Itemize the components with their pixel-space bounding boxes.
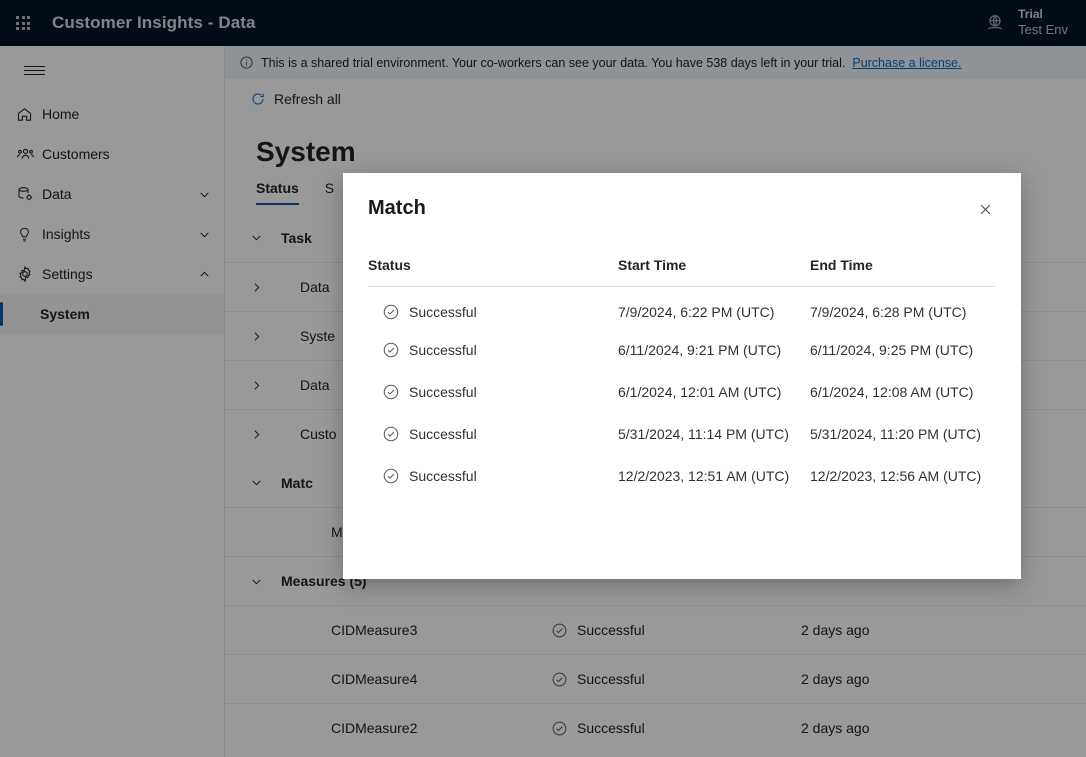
dialog-body: Status Start Time End Time Successful 7/… (343, 225, 1021, 497)
status-label: Successful (409, 467, 477, 484)
match-runs-table: Status Start Time End Time Successful 7/… (368, 257, 996, 497)
cell-status: Successful (368, 413, 618, 455)
column-header-status: Status (368, 257, 618, 287)
cell-start-time: 5/31/2024, 11:14 PM (UTC) (618, 425, 789, 442)
table-row[interactable]: Successful 12/2/2023, 12:51 AM (UTC) 12/… (368, 455, 996, 497)
table-header-row: Status Start Time End Time (368, 257, 996, 287)
column-header-start-time: Start Time (618, 257, 810, 287)
cell-start-time: 6/1/2024, 12:01 AM (UTC) (618, 383, 782, 400)
cell-status: Successful (368, 329, 618, 371)
dialog-header: Match (343, 173, 1021, 225)
status-badge: Successful (368, 425, 618, 443)
cell-end-time: 7/9/2024, 6:28 PM (UTC) (810, 304, 967, 321)
cell-end-time: 12/2/2023, 12:56 AM (UTC) (810, 467, 982, 484)
status-label: Successful (409, 341, 477, 358)
cell-end-time: 6/11/2024, 9:25 PM (UTC) (810, 341, 974, 358)
table-body: Successful 7/9/2024, 6:22 PM (UTC) 7/9/2… (368, 287, 996, 497)
cell-status: Successful (368, 455, 618, 497)
check-circle-icon (382, 341, 400, 359)
app-root: Customer Insights - Data Trial Test Env (0, 0, 1086, 757)
status-badge: Successful (368, 303, 618, 321)
status-badge: Successful (368, 383, 618, 401)
status-badge: Successful (368, 341, 618, 359)
status-label: Successful (409, 304, 477, 321)
check-circle-icon (382, 425, 400, 443)
cell-status: Successful (368, 287, 618, 329)
table-row[interactable]: Successful 7/9/2024, 6:22 PM (UTC) 7/9/2… (368, 287, 996, 329)
check-circle-icon (382, 303, 400, 321)
status-badge: Successful (368, 467, 618, 485)
cell-end-time: 6/1/2024, 12:08 AM (UTC) (810, 383, 974, 400)
check-circle-icon (382, 467, 400, 485)
dialog-title: Match (368, 197, 426, 219)
cell-end-time: 5/31/2024, 11:20 PM (UTC) (810, 425, 981, 442)
status-label: Successful (409, 425, 477, 442)
check-circle-icon (382, 383, 400, 401)
status-label: Successful (409, 383, 477, 400)
cell-start-time: 12/2/2023, 12:51 AM (UTC) (618, 467, 790, 484)
cell-status: Successful (368, 371, 618, 413)
table-row[interactable]: Successful 5/31/2024, 11:14 PM (UTC) 5/3… (368, 413, 996, 455)
table-head: Status Start Time End Time (368, 257, 996, 287)
table-row[interactable]: Successful 6/11/2024, 9:21 PM (UTC) 6/11… (368, 329, 996, 371)
cell-start-time: 7/9/2024, 6:22 PM (UTC) (618, 304, 775, 321)
close-icon[interactable] (969, 193, 1001, 225)
column-header-end-time: End Time (810, 257, 996, 287)
match-details-dialog: Match Status Start Time End Time Success… (343, 173, 1021, 579)
table-row[interactable]: Successful 6/1/2024, 12:01 AM (UTC) 6/1/… (368, 371, 996, 413)
cell-start-time: 6/11/2024, 9:21 PM (UTC) (618, 341, 782, 358)
